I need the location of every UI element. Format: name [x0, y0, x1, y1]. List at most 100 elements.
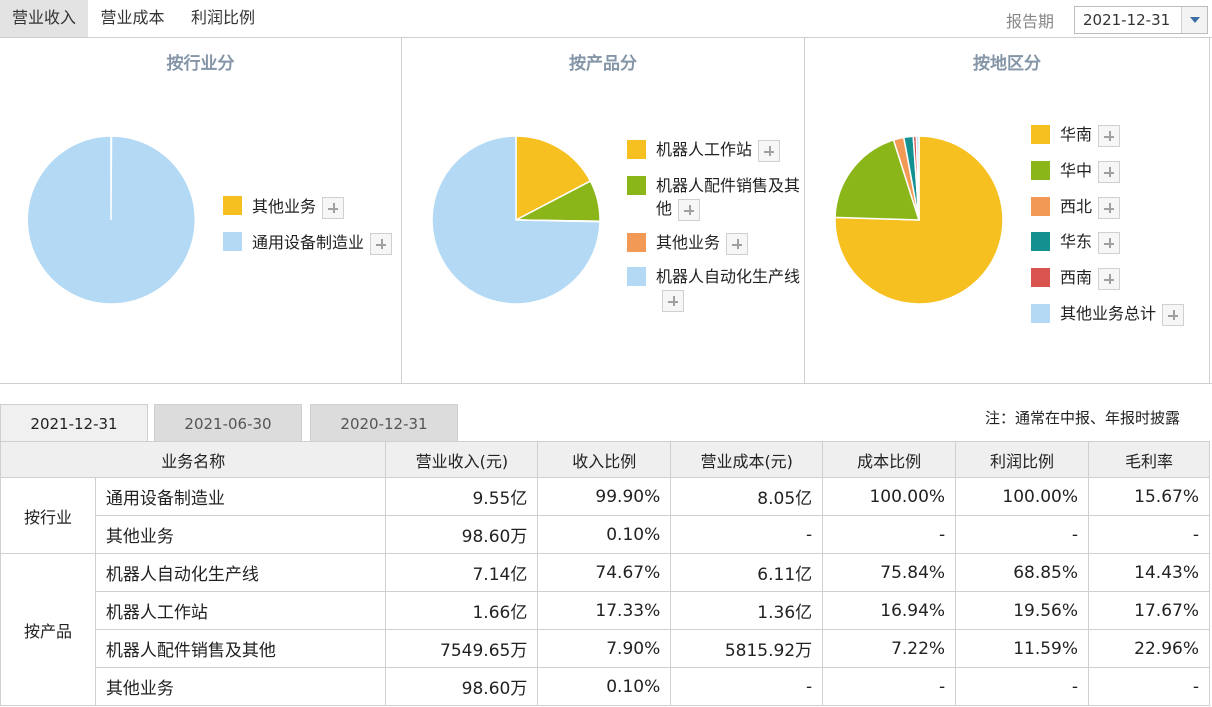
legend-label: 其他业务: [656, 233, 721, 252]
plus-icon[interactable]: [662, 289, 684, 312]
gross-margin-cell: 15.67%: [1088, 477, 1210, 516]
plus-icon[interactable]: [1098, 196, 1121, 219]
legend-label: 其他业务: [252, 197, 317, 216]
table-row: 机器人工作站 1.66亿 17.33% 1.36亿 16.94% 19.56% …: [1, 591, 1210, 630]
legend-label: 华东: [1060, 232, 1093, 251]
legend-label: 机器人工作站: [656, 140, 753, 159]
plus-icon[interactable]: [322, 196, 345, 219]
group-label: 按行业: [0, 477, 96, 554]
business-name: 其他业务: [94, 667, 387, 706]
revenue-cell: 9.55亿: [385, 477, 539, 516]
cost-cell: 8.05亿: [670, 477, 824, 516]
table-header-row: 业务名称 营业收入(元) 收入比例 营业成本(元) 成本比例 利润比例 毛利率: [0, 441, 1210, 478]
legend-swatch: [1031, 268, 1050, 287]
legend-item: 西南: [1031, 266, 1121, 290]
gross-margin-cell: -: [1088, 667, 1210, 706]
legend-item: 其他业务总计: [1031, 302, 1185, 326]
legend-item: 其他业务: [627, 231, 749, 255]
legend-swatch: [1031, 304, 1050, 323]
business-name: 其他业务: [94, 515, 387, 554]
plus-icon[interactable]: [758, 139, 781, 162]
revenue-cell: 98.60万: [385, 667, 539, 706]
revenue-cell: 7549.65万: [385, 629, 539, 668]
legend-swatch: [627, 233, 646, 252]
cost-cell: 1.36亿: [670, 591, 824, 630]
disclosure-note: 注：通常在中报、年报时披露: [985, 409, 1181, 427]
legend-item: 机器人自动化生产线: [627, 265, 804, 312]
col-header: 收入比例: [537, 441, 672, 478]
period-tab-3[interactable]: 2020-12-31: [310, 404, 458, 442]
plus-icon[interactable]: [1098, 267, 1121, 290]
cost-ratio-cell: -: [822, 667, 957, 706]
period-tab-2[interactable]: 2021-06-30: [154, 404, 302, 442]
group-label: 按产品: [0, 553, 96, 706]
legend-item: 华中: [1031, 159, 1121, 183]
col-header: 营业成本(元): [670, 441, 824, 478]
table-row: 机器人配件销售及其他 7549.65万 7.90% 5815.92万 7.22%…: [1, 629, 1210, 668]
legend-label: 西南: [1060, 268, 1093, 287]
legend-item: 其他业务: [223, 195, 345, 219]
panel-region: 按地区分 华南 华中 西北 华东 西南 其他业务总计: [804, 38, 1210, 383]
business-name: 通用设备制造业: [94, 477, 387, 516]
plus-icon[interactable]: [1098, 124, 1121, 147]
profit-ratio-cell: 68.85%: [955, 553, 1090, 592]
legend-label: 华南: [1060, 125, 1093, 144]
legend-swatch: [223, 232, 242, 251]
legend-swatch: [1031, 125, 1050, 144]
gross-margin-cell: 17.67%: [1088, 591, 1210, 630]
legend-item: 华南: [1031, 123, 1121, 147]
plus-icon[interactable]: [678, 198, 701, 221]
business-name: 机器人自动化生产线: [94, 553, 387, 592]
period-tab-1[interactable]: 2021-12-31: [0, 404, 148, 442]
revenue-ratio-cell: 17.33%: [537, 591, 672, 630]
legend-swatch: [627, 176, 646, 195]
legend-label: 其他业务总计: [1060, 304, 1157, 323]
revenue-table: 业务名称 营业收入(元) 收入比例 营业成本(元) 成本比例 利润比例 毛利率 …: [0, 441, 1210, 706]
revenue-cell: 1.66亿: [385, 591, 539, 630]
revenue-ratio-cell: 74.67%: [537, 553, 672, 592]
revenue-ratio-cell: 0.10%: [537, 515, 672, 554]
top-tab-bar: 营业收入 营业成本 利润比例 报告期 2021-12-31: [0, 0, 1212, 38]
legend-label: 通用设备制造业: [252, 233, 365, 252]
gross-margin-cell: 14.43%: [1088, 553, 1210, 592]
tab-revenue[interactable]: 营业收入: [0, 0, 88, 37]
table-row: 其他业务 98.60万 0.10% - - - -: [1, 515, 1210, 554]
plus-icon[interactable]: [370, 232, 393, 255]
profit-ratio-cell: 19.56%: [955, 591, 1090, 630]
chevron-down-icon[interactable]: [1181, 7, 1207, 33]
plus-icon[interactable]: [1162, 303, 1185, 326]
revenue-ratio-cell: 7.90%: [537, 629, 672, 668]
cost-cell: -: [670, 667, 824, 706]
profit-ratio-cell: -: [955, 515, 1090, 554]
report-period-select[interactable]: 2021-12-31: [1074, 6, 1208, 34]
business-name: 机器人工作站: [94, 591, 387, 630]
col-header: 成本比例: [822, 441, 957, 478]
pie-chart-region: [834, 135, 1004, 305]
legend-label: 华中: [1060, 161, 1093, 180]
legend-swatch: [1031, 197, 1050, 216]
plus-icon[interactable]: [726, 232, 749, 255]
report-period-value: 2021-12-31: [1083, 11, 1171, 29]
legend-swatch: [223, 196, 242, 215]
tab-cost[interactable]: 营业成本: [88, 0, 177, 37]
plus-icon[interactable]: [1098, 160, 1121, 183]
cost-ratio-cell: 100.00%: [822, 477, 957, 516]
cost-ratio-cell: -: [822, 515, 957, 554]
pie-slice-1[interactable]: [26, 135, 196, 305]
revenue-cell: 7.14亿: [385, 553, 539, 592]
revenue-ratio-cell: 0.10%: [537, 667, 672, 706]
profit-ratio-cell: -: [955, 667, 1090, 706]
legend-item: 机器人工作站: [627, 138, 781, 162]
business-name: 机器人配件销售及其他: [94, 629, 387, 668]
cost-ratio-cell: 75.84%: [822, 553, 957, 592]
legend-item: 机器人配件销售及其他: [627, 174, 804, 221]
table-row: 其他业务 98.60万 0.10% - - - -: [1, 667, 1210, 706]
table-row: 按产品 机器人自动化生产线 7.14亿 74.67% 6.11亿 75.84% …: [0, 553, 1210, 706]
revenue-cell: 98.60万: [385, 515, 539, 554]
plus-icon[interactable]: [1098, 231, 1121, 254]
col-header: 业务名称: [0, 441, 387, 478]
tab-profit-ratio[interactable]: 利润比例: [177, 0, 269, 37]
cost-cell: 5815.92万: [670, 629, 824, 668]
col-header: 利润比例: [955, 441, 1090, 478]
legend-swatch: [627, 267, 646, 286]
